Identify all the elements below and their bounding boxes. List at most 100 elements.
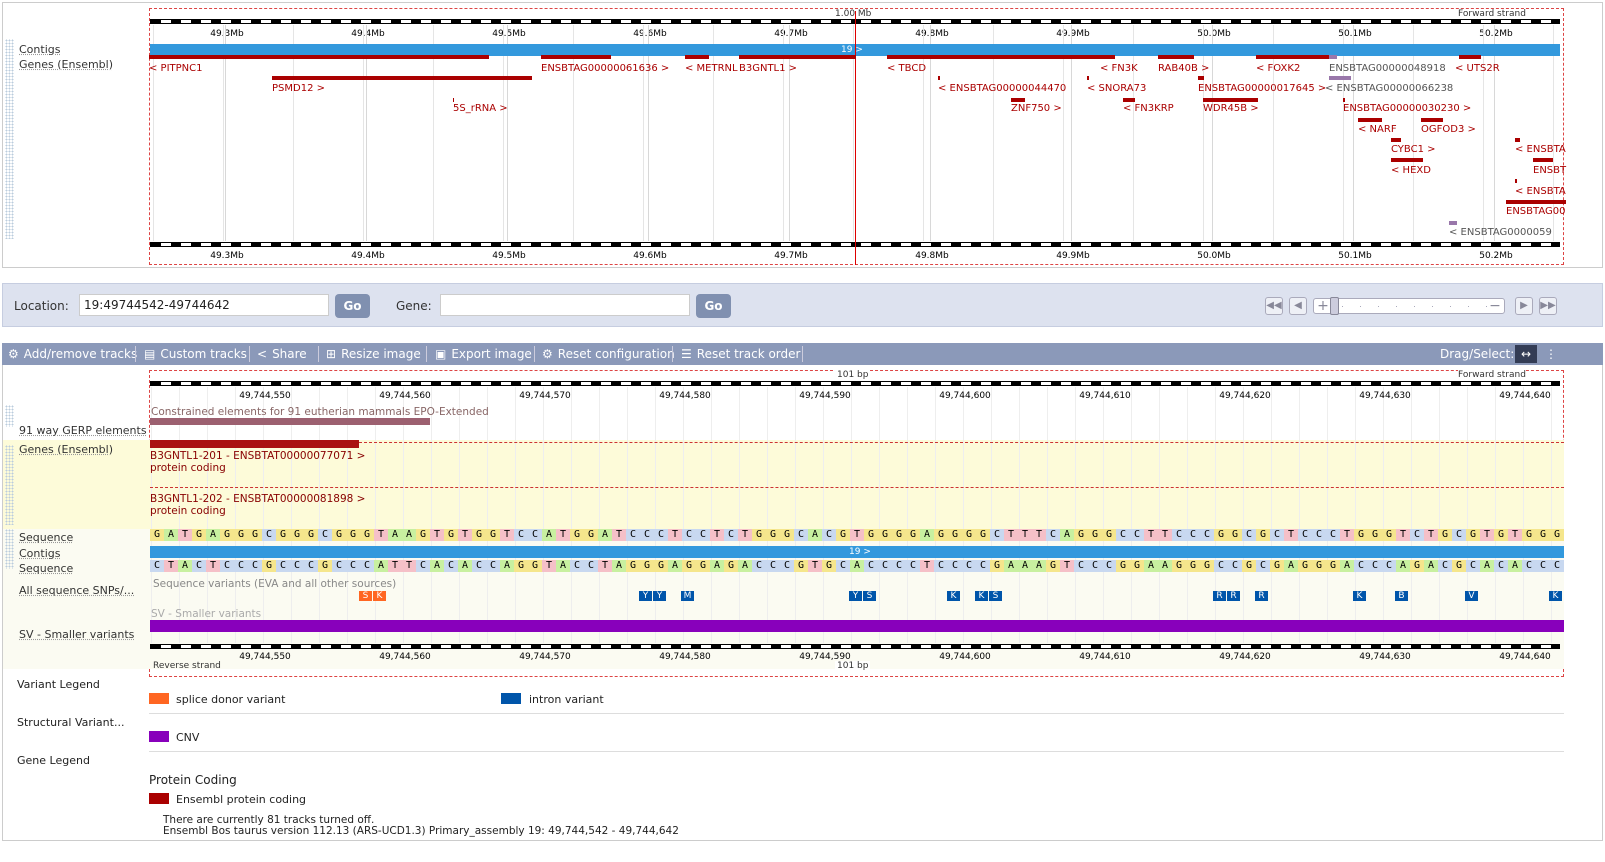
snp-marker[interactable]: Y <box>849 591 862 601</box>
overview-gene-label[interactable]: < ENSBTA <box>1515 144 1566 155</box>
overview-gene-bar[interactable] <box>1515 138 1520 142</box>
overview-gene-bar[interactable] <box>685 55 709 59</box>
snp-marker[interactable]: S <box>989 591 1002 601</box>
track-label-contigs[interactable]: Contigs <box>19 43 60 56</box>
snp-marker[interactable]: B <box>1395 591 1408 601</box>
overview-gene-bar[interactable] <box>1011 98 1025 102</box>
snp-marker[interactable]: Y <box>639 591 652 601</box>
zoom-handle[interactable] <box>1330 297 1339 315</box>
transcript-2-label[interactable]: B3GNTL1-202 - ENSBTAT00000081898 > <box>150 493 365 505</box>
overview-gene-bar[interactable] <box>1391 138 1401 142</box>
overview-gene-bar[interactable] <box>272 76 532 80</box>
transcript-1-label[interactable]: B3GNTL1-201 - ENSBTAT00000077071 > <box>150 450 365 462</box>
snp-marker[interactable]: K <box>947 591 960 601</box>
overview-gene-label[interactable]: < FN3KRP <box>1123 103 1174 114</box>
track-label-sequence[interactable]: Sequence <box>19 531 73 544</box>
overview-gene-bar[interactable] <box>1515 179 1517 183</box>
track-label-genes[interactable]: Genes (Ensembl) <box>19 58 113 71</box>
track-label-sequence-reverse[interactable]: Sequence <box>19 562 73 575</box>
overview-gene-label[interactable]: ENSBTAG00000017645 > <box>1198 83 1326 94</box>
overview-gene-label[interactable]: CYBC1 > <box>1391 144 1436 155</box>
select-mode-icon[interactable]: ⋮ <box>1543 345 1559 363</box>
track-label-contigs-detail[interactable]: Contigs <box>19 547 60 560</box>
gene-input[interactable] <box>440 294 690 316</box>
overview-gene-label[interactable]: < HEXD <box>1391 165 1431 176</box>
overview-gene-bar[interactable] <box>1198 76 1204 80</box>
overview-gene-label[interactable]: < ENSBTA <box>1515 186 1566 197</box>
drag-mode-icon[interactable]: ↔ <box>1515 345 1537 363</box>
overview-gene-label[interactable]: ZNF750 > <box>1011 103 1062 114</box>
snp-marker[interactable]: R <box>1227 591 1240 601</box>
overview-gene-bar[interactable] <box>1459 55 1481 59</box>
overview-gene-bar[interactable] <box>1358 118 1382 122</box>
zoom-slider[interactable]: + − <box>1313 297 1505 315</box>
resize-image-button[interactable]: ⊞ Resize image <box>326 347 421 361</box>
overview-gene-bar[interactable] <box>1533 158 1553 162</box>
overview-gene-label[interactable]: ENSBT <box>1533 165 1566 176</box>
snp-marker[interactable]: S <box>359 591 372 601</box>
overview-gene-bar[interactable] <box>149 55 489 59</box>
overview-gene-label[interactable]: < METRNL <box>685 63 738 74</box>
genes-drag-handle[interactable] <box>5 445 14 525</box>
track-label-sv[interactable]: SV - Smaller variants <box>19 628 134 641</box>
overview-gene-label[interactable]: RAB40B > <box>1158 63 1209 74</box>
jump-forward-icon[interactable]: ▶▶ <box>1539 297 1557 315</box>
snp-marker[interactable]: R <box>1255 591 1268 601</box>
export-image-button[interactable]: ▣ Export image <box>435 347 532 361</box>
overview-gene-bar[interactable] <box>1158 55 1194 59</box>
overview-gene-label[interactable]: ENSBTAG00000061636 > <box>541 63 669 74</box>
overview-gene-bar[interactable] <box>1123 98 1135 102</box>
overview-gene-bar[interactable] <box>1506 200 1566 204</box>
overview-gene-label[interactable]: < ENSBTAG00000066238 <box>1325 83 1453 94</box>
snp-marker[interactable]: K <box>373 591 386 601</box>
overview-gene-label[interactable]: < ENSBTAG00000044470 <box>938 83 1066 94</box>
step-back-icon[interactable]: ◀ <box>1289 297 1307 315</box>
track-label-genes-detail[interactable]: Genes (Ensembl) <box>19 443 113 456</box>
overview-gene-label[interactable]: < TBCD <box>887 63 926 74</box>
overview-gene-bar[interactable] <box>1203 98 1258 102</box>
overview-gene-label[interactable]: ENSBTAG00000048918 <box>1329 63 1446 74</box>
reset-track-order-button[interactable]: ☰ Reset track order <box>681 347 800 361</box>
snp-marker[interactable]: V <box>1465 591 1478 601</box>
snp-marker[interactable]: K <box>975 591 988 601</box>
overview-gene-bar[interactable] <box>1449 221 1457 225</box>
overview-gene-bar[interactable] <box>938 76 940 80</box>
gene-go-button[interactable]: Go <box>696 294 731 318</box>
overview-gene-bar[interactable] <box>1343 98 1345 102</box>
zoom-in-icon[interactable]: + <box>1316 299 1330 313</box>
overview-gene-label[interactable]: < SNORA73 <box>1087 83 1146 94</box>
overview-gene-label[interactable]: < FOXK2 <box>1256 63 1300 74</box>
overview-gene-bar[interactable] <box>739 55 856 59</box>
overview-gene-bar[interactable] <box>1391 158 1423 162</box>
overview-gene-label[interactable]: < FN3K <box>1100 63 1138 74</box>
overview-gene-label[interactable]: WDR45B > <box>1203 103 1259 114</box>
location-go-button[interactable]: Go <box>335 294 370 318</box>
overview-gene-label[interactable]: B3GNTL1 > <box>739 63 797 74</box>
sequence-reverse[interactable]: CTACTCCCGCCCGCCCATTCACACCAGGTACCTAGGGAGG… <box>150 560 1564 572</box>
gerp-drag-handle[interactable] <box>5 405 14 427</box>
custom-tracks-button[interactable]: ▤ Custom tracks <box>144 347 247 361</box>
overview-gene-label[interactable]: OGFOD3 > <box>1421 124 1476 135</box>
overview-gene-label[interactable]: < ENSBTAG0000059 <box>1449 227 1552 238</box>
snp-marker[interactable]: K <box>1549 591 1562 601</box>
zoom-out-icon[interactable]: − <box>1488 299 1502 313</box>
jump-back-icon[interactable]: ◀◀ <box>1265 297 1283 315</box>
track-label-snps[interactable]: All sequence SNPs/... <box>19 584 134 597</box>
overview-gene-label[interactable]: < NARF <box>1358 124 1397 135</box>
overview-gene-bar[interactable] <box>541 55 611 59</box>
overview-gene-label[interactable]: 5S_rRNA > <box>453 103 508 114</box>
overview-gene-label[interactable]: ENSBTAG00000030230 > <box>1343 103 1471 114</box>
snp-marker[interactable]: Y <box>653 591 666 601</box>
overview-gene-label[interactable]: < UTS2R <box>1455 63 1500 74</box>
overview-gene-bar[interactable] <box>1329 76 1351 80</box>
gerp-element-bar[interactable] <box>150 418 430 425</box>
snp-marker[interactable]: S <box>863 591 876 601</box>
sequence-forward[interactable]: GATGAGGGCGGGCGGGTAAGTGTGGTCCATGGATCCCTCC… <box>150 529 1564 541</box>
overview-gene-bar[interactable] <box>453 98 454 102</box>
snp-marker[interactable]: M <box>681 591 694 601</box>
overview-gene-bar[interactable] <box>1256 55 1331 59</box>
overview-gene-bar[interactable] <box>887 55 1115 59</box>
location-input[interactable] <box>79 294 329 316</box>
overview-gene-bar[interactable] <box>1329 55 1337 59</box>
snp-marker[interactable]: K <box>1353 591 1366 601</box>
